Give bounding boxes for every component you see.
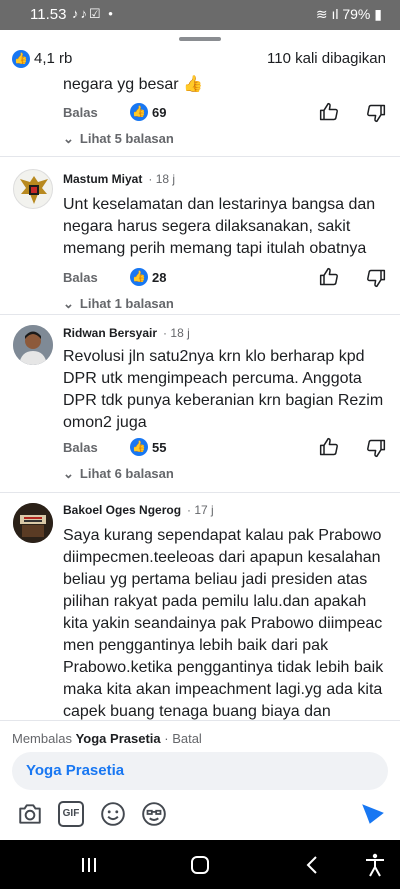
comment-author[interactable]: Bakoel Oges Ngerog · 17 j [63, 503, 214, 517]
author-name[interactable]: Mastum Miyat [63, 172, 142, 186]
time-value: 18 j [155, 172, 176, 186]
reply-button[interactable]: Balas [63, 440, 98, 455]
send-icon[interactable] [360, 801, 386, 827]
thumb-down-icon[interactable] [366, 103, 386, 123]
chevron-down-icon: ⌄ [63, 296, 74, 311]
notification-icons: ♪♪☑ • [72, 6, 115, 21]
reaction-count[interactable]: 4,1 rb [34, 50, 72, 67]
like-reaction-icon: 👍 [130, 103, 148, 121]
comment-input[interactable]: Yoga Prasetia [12, 752, 388, 790]
drag-handle[interactable] [179, 37, 221, 41]
person-photo-icon [13, 325, 53, 365]
like-reaction-icon: 👍 [12, 50, 30, 68]
reply-button[interactable]: Balas [63, 270, 98, 285]
avatar[interactable] [13, 503, 53, 543]
author-name[interactable]: Bakoel Oges Ngerog [63, 503, 181, 517]
reply-composer: Membalas Yoga Prasetia · Batal Yoga Pras… [0, 720, 400, 840]
comments-feed[interactable]: negara yg besar 👍 Balas 👍 69 ⌄ Lihat 5 ba… [0, 72, 400, 720]
replying-to-banner: Membalas Yoga Prasetia · Batal [12, 731, 202, 746]
chevron-down-icon: ⌄ [63, 466, 74, 481]
view-replies-link[interactable]: ⌄ Lihat 1 balasan [63, 296, 174, 312]
sticker-icon[interactable] [141, 801, 167, 827]
home-icon[interactable] [185, 852, 215, 878]
comment-author[interactable]: Mastum Miyat · 18 j [63, 172, 175, 186]
status-bar: 11.53 ♪♪☑ • ≋ ıl 79% ▮ [0, 0, 400, 30]
view-replies-link[interactable]: ⌄ Lihat 5 balasan [63, 131, 174, 147]
comment-actions: Balas 👍 55 [63, 437, 393, 460]
sheet-header [0, 30, 400, 48]
avatar[interactable] [13, 325, 53, 365]
reaction-count: 28 [152, 269, 167, 285]
comment-time: · 18 j [163, 326, 190, 340]
mention-tag[interactable]: Yoga Prasetia [26, 762, 124, 779]
comment-actions: Balas 👍 28 [63, 267, 393, 290]
status-right: ≋ ıl 79% ▮ [316, 6, 382, 23]
thumb-down-icon[interactable] [366, 268, 386, 288]
view-replies-label: Lihat 5 balasan [79, 131, 174, 146]
thumb-up-icon[interactable] [319, 267, 339, 287]
reply-button[interactable]: Balas [63, 105, 98, 120]
reaction-count: 55 [152, 439, 167, 455]
replying-to-name: Yoga Prasetia [75, 731, 161, 746]
chevron-down-icon: ⌄ [63, 131, 74, 146]
reaction-count: 69 [152, 104, 167, 120]
divider [0, 314, 400, 315]
wifi-icon: ≋ ıl [315, 6, 339, 22]
garuda-emblem-icon [20, 176, 48, 204]
comment-text: Revolusi jln satu2nya krn klo berharap k… [63, 348, 384, 431]
like-reaction-icon: 👍 [130, 268, 148, 286]
status-time: 11.53 [30, 6, 67, 23]
comment-reactions[interactable]: 👍 55 [130, 438, 166, 456]
like-reaction-icon: 👍 [130, 438, 148, 456]
avatar[interactable] [13, 169, 53, 209]
view-replies-link[interactable]: ⌄ Lihat 6 balasan [63, 466, 174, 482]
time-value: 18 j [170, 326, 190, 340]
thumb-down-icon[interactable] [366, 438, 386, 458]
battery-icon: ▮ [374, 6, 382, 22]
emoji-icon[interactable] [100, 801, 126, 827]
accessibility-icon[interactable] [360, 852, 390, 878]
back-icon[interactable] [297, 852, 327, 878]
comment-reactions[interactable]: 👍 28 [130, 268, 166, 286]
cancel-reply-button[interactable]: · Batal [164, 731, 202, 746]
comment-text: Unt keselamatan dan lestarinya bangsa da… [63, 196, 376, 257]
time-value: 17 j [194, 503, 214, 517]
view-replies-label: Lihat 6 balasan [79, 466, 174, 481]
comment-time: · 17 j [187, 503, 214, 517]
replying-prefix: Membalas [12, 731, 72, 746]
camera-icon[interactable] [17, 801, 43, 827]
share-count[interactable]: 110 kali dibagikan [267, 50, 386, 67]
thumb-up-icon[interactable] [319, 437, 339, 457]
comment-actions: Balas 👍 69 [63, 102, 393, 125]
gif-icon[interactable]: GIF [58, 801, 84, 827]
comment-author[interactable]: Ridwan Bersyair · 18 j [63, 326, 190, 340]
shop-photo-icon [13, 503, 53, 543]
comment-text: Saya kurang sependapat kalau pak Prabowo… [63, 527, 384, 720]
author-name[interactable]: Ridwan Bersyair [63, 326, 157, 340]
battery-level: 79% [342, 6, 371, 22]
reaction-summary: 👍 4,1 rb 110 kali dibagikan [0, 48, 400, 72]
comment-reactions[interactable]: 👍 69 [130, 103, 166, 121]
system-nav-bar [0, 840, 400, 889]
comment-time: · 18 j [148, 172, 176, 186]
recent-apps-icon[interactable] [74, 852, 104, 878]
view-replies-label: Lihat 1 balasan [79, 296, 174, 311]
gif-label: GIF [62, 808, 80, 819]
comment-text: negara yg besar 👍 [63, 76, 203, 93]
divider [0, 492, 400, 493]
thumb-up-icon[interactable] [319, 102, 339, 122]
divider [0, 156, 400, 157]
